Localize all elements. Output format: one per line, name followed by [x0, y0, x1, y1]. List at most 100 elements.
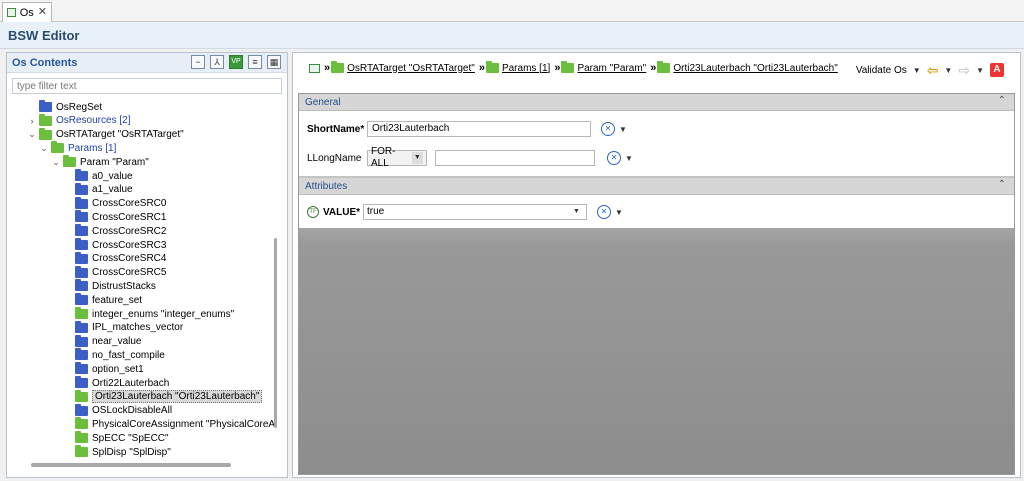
folder-icon — [39, 127, 52, 140]
tree-item-label: CrossCoreSRC2 — [92, 225, 167, 237]
tree-item[interactable]: ⌄ Param "Param" — [51, 155, 149, 169]
collapse-icon[interactable]: ⌃ — [998, 179, 1006, 190]
tree-item[interactable]: CrossCoreSRC0 — [63, 196, 166, 211]
breadcrumb-item[interactable]: OsRTATarget "OsRTATarget" — [331, 61, 475, 74]
back-arrow-icon[interactable]: ⇦ — [927, 63, 939, 77]
breadcrumb-item[interactable]: Param "Param" — [561, 61, 646, 74]
folder-icon — [75, 431, 88, 444]
breadcrumb-link[interactable]: Param "Param" — [577, 63, 646, 74]
tree-item[interactable]: OsRegSet — [27, 100, 102, 114]
validate-dropdown-icon[interactable]: ▼ — [913, 66, 921, 75]
tree-item[interactable]: › OsResources [2] — [27, 113, 130, 128]
tree-item[interactable]: DistrustStacks — [63, 279, 156, 293]
document-icon[interactable]: ≡ — [248, 55, 262, 69]
horizontal-scrollbar[interactable] — [31, 463, 231, 467]
tree-item[interactable]: option_set1 — [63, 362, 144, 376]
editor-toolbar: Validate Os ▼ ⇦ ▼ ⇨ ▼ A — [856, 63, 1004, 77]
chevron-down-icon[interactable]: ⌄ — [27, 129, 37, 140]
tree-item[interactable]: feature_set — [63, 293, 142, 307]
tree-item[interactable]: PhysicalCoreAssignment "PhysicalCoreAss — [63, 417, 274, 431]
collapse-all-icon[interactable]: − — [191, 55, 205, 69]
close-icon[interactable]: ✕ — [38, 7, 47, 18]
chevron-down-icon[interactable]: ▼ — [411, 152, 423, 164]
folder-icon — [561, 61, 575, 73]
tree-item-label: CrossCoreSRC5 — [92, 267, 167, 279]
hierarchy-icon[interactable]: ⅄ — [210, 55, 224, 69]
shortname-dropdown-icon[interactable]: ▼ — [619, 125, 627, 134]
forward-arrow-icon[interactable]: ⇨ — [958, 63, 970, 77]
tree-item[interactable]: Orti22Lauterbach — [63, 376, 169, 390]
general-section-header[interactable]: General ⌃ — [299, 94, 1014, 111]
editor-file-icon — [7, 8, 16, 17]
folder-icon — [657, 61, 671, 73]
tab-label: Os — [19, 6, 34, 19]
tree-item[interactable]: CrossCoreSRC4 — [63, 251, 166, 266]
llongname-row: LLongName FOR-ALL ▼ ✕ ▼ — [307, 146, 633, 169]
chevron-down-icon[interactable]: ⌄ — [39, 143, 49, 154]
llongname-label: LLongName — [307, 152, 362, 164]
folder-icon — [75, 307, 88, 319]
chevron-down-icon[interactable]: ▼ — [570, 206, 583, 218]
tree-item[interactable]: integer_enums "integer_enums" — [63, 307, 234, 321]
tree-item-label: Param "Param" — [80, 156, 149, 168]
llongname-field[interactable] — [435, 150, 595, 166]
language-select[interactable]: FOR-ALL ▼ — [367, 146, 427, 169]
tree-item-label: OsRTATarget "OsRTATarget" — [56, 129, 184, 141]
tree-item-label: a1_value — [92, 184, 133, 196]
variant-icon[interactable]: VP — [229, 55, 243, 69]
value-action-icon[interactable]: ✕ — [597, 205, 611, 219]
back-dropdown-icon[interactable]: ▼ — [944, 66, 952, 75]
vertical-scrollbar[interactable] — [274, 238, 277, 428]
value-selected: true — [367, 206, 385, 217]
tree-item[interactable]: Orti23Lauterbach "Orti23Lauterbach" — [63, 389, 263, 404]
tree-item[interactable]: ⌄ OsRTATarget "OsRTATarget" — [27, 127, 184, 142]
tree-item[interactable]: a1_value — [63, 182, 133, 197]
breadcrumb: » OsRTATarget "OsRTATarget"» Params [1]» Pa… — [309, 61, 838, 74]
tree-item[interactable]: SplDisp "SplDisp" — [63, 445, 171, 459]
tab-os[interactable]: Os ✕ — [2, 2, 52, 22]
shortname-field[interactable]: Orti23Lauterbach — [367, 121, 591, 137]
validate-button[interactable]: Validate Os — [856, 65, 907, 76]
tree-item[interactable]: near_value — [63, 334, 141, 349]
panel-header: Os Contents − ⅄ VP ≡ ▦ — [7, 53, 287, 73]
tree-item-label: IPL_matches_vector — [92, 322, 184, 334]
tree-item-label: CrossCoreSRC1 — [92, 211, 167, 223]
tree-item[interactable]: ⌄ Params [1] — [39, 141, 116, 155]
breadcrumb-item[interactable]: Orti23Lauterbach "Orti23Lauterbach" — [657, 61, 838, 74]
chevron-down-icon[interactable]: ⌄ — [51, 157, 61, 168]
filter-input[interactable]: type filter text — [12, 78, 282, 94]
breadcrumb-link[interactable]: Orti23Lauterbach "Orti23Lauterbach" — [673, 63, 837, 74]
tree-item[interactable]: IPL_matches_vector — [63, 320, 184, 335]
breadcrumb-link[interactable]: OsRTATarget "OsRTATarget" — [347, 63, 475, 74]
breadcrumb-item[interactable]: Params [1] — [485, 61, 550, 74]
breadcrumb-link[interactable]: Params [1] — [502, 63, 550, 74]
root-icon[interactable] — [309, 63, 320, 73]
tree-item[interactable]: no_fast_compile — [63, 348, 165, 362]
folder-icon — [75, 196, 88, 209]
chevron-right-icon[interactable]: › — [27, 116, 37, 126]
acrobat-icon[interactable]: A — [990, 63, 1004, 77]
breadcrumb-separator-icon: » — [554, 62, 560, 74]
tree-item-label: Orti22Lauterbach — [92, 377, 170, 389]
shortname-action-icon[interactable]: ✕ — [601, 122, 615, 136]
shortname-label: ShortName* — [307, 123, 365, 135]
value-select[interactable]: true ▼ — [363, 204, 587, 220]
table-view-icon[interactable]: ▦ — [267, 55, 281, 69]
tree-item[interactable]: OSLockDisableAll — [63, 403, 172, 418]
forward-dropdown-icon[interactable]: ▼ — [976, 66, 984, 75]
value-dropdown-icon[interactable]: ▼ — [615, 208, 623, 217]
folder-icon — [51, 141, 64, 154]
llongname-dropdown-icon[interactable]: ▼ — [625, 154, 633, 163]
tree-item[interactable]: SpECC "SpECC" — [63, 431, 169, 445]
folder-icon — [75, 265, 88, 278]
attributes-section-header[interactable]: Attributes ⌃ — [299, 178, 1014, 195]
tree-item-label: PhysicalCoreAssignment "PhysicalCoreAss — [92, 418, 274, 430]
breadcrumb-separator-icon: » — [650, 62, 656, 74]
tree-item[interactable]: CrossCoreSRC1 — [63, 210, 166, 224]
tree-item[interactable]: CrossCoreSRC2 — [63, 224, 166, 238]
tree-item[interactable]: CrossCoreSRC3 — [63, 238, 166, 252]
llongname-action-icon[interactable]: ✕ — [607, 151, 621, 165]
collapse-icon[interactable]: ⌃ — [998, 95, 1006, 106]
tree-item[interactable]: a0_value — [63, 169, 133, 183]
tree-item[interactable]: CrossCoreSRC5 — [63, 265, 167, 280]
